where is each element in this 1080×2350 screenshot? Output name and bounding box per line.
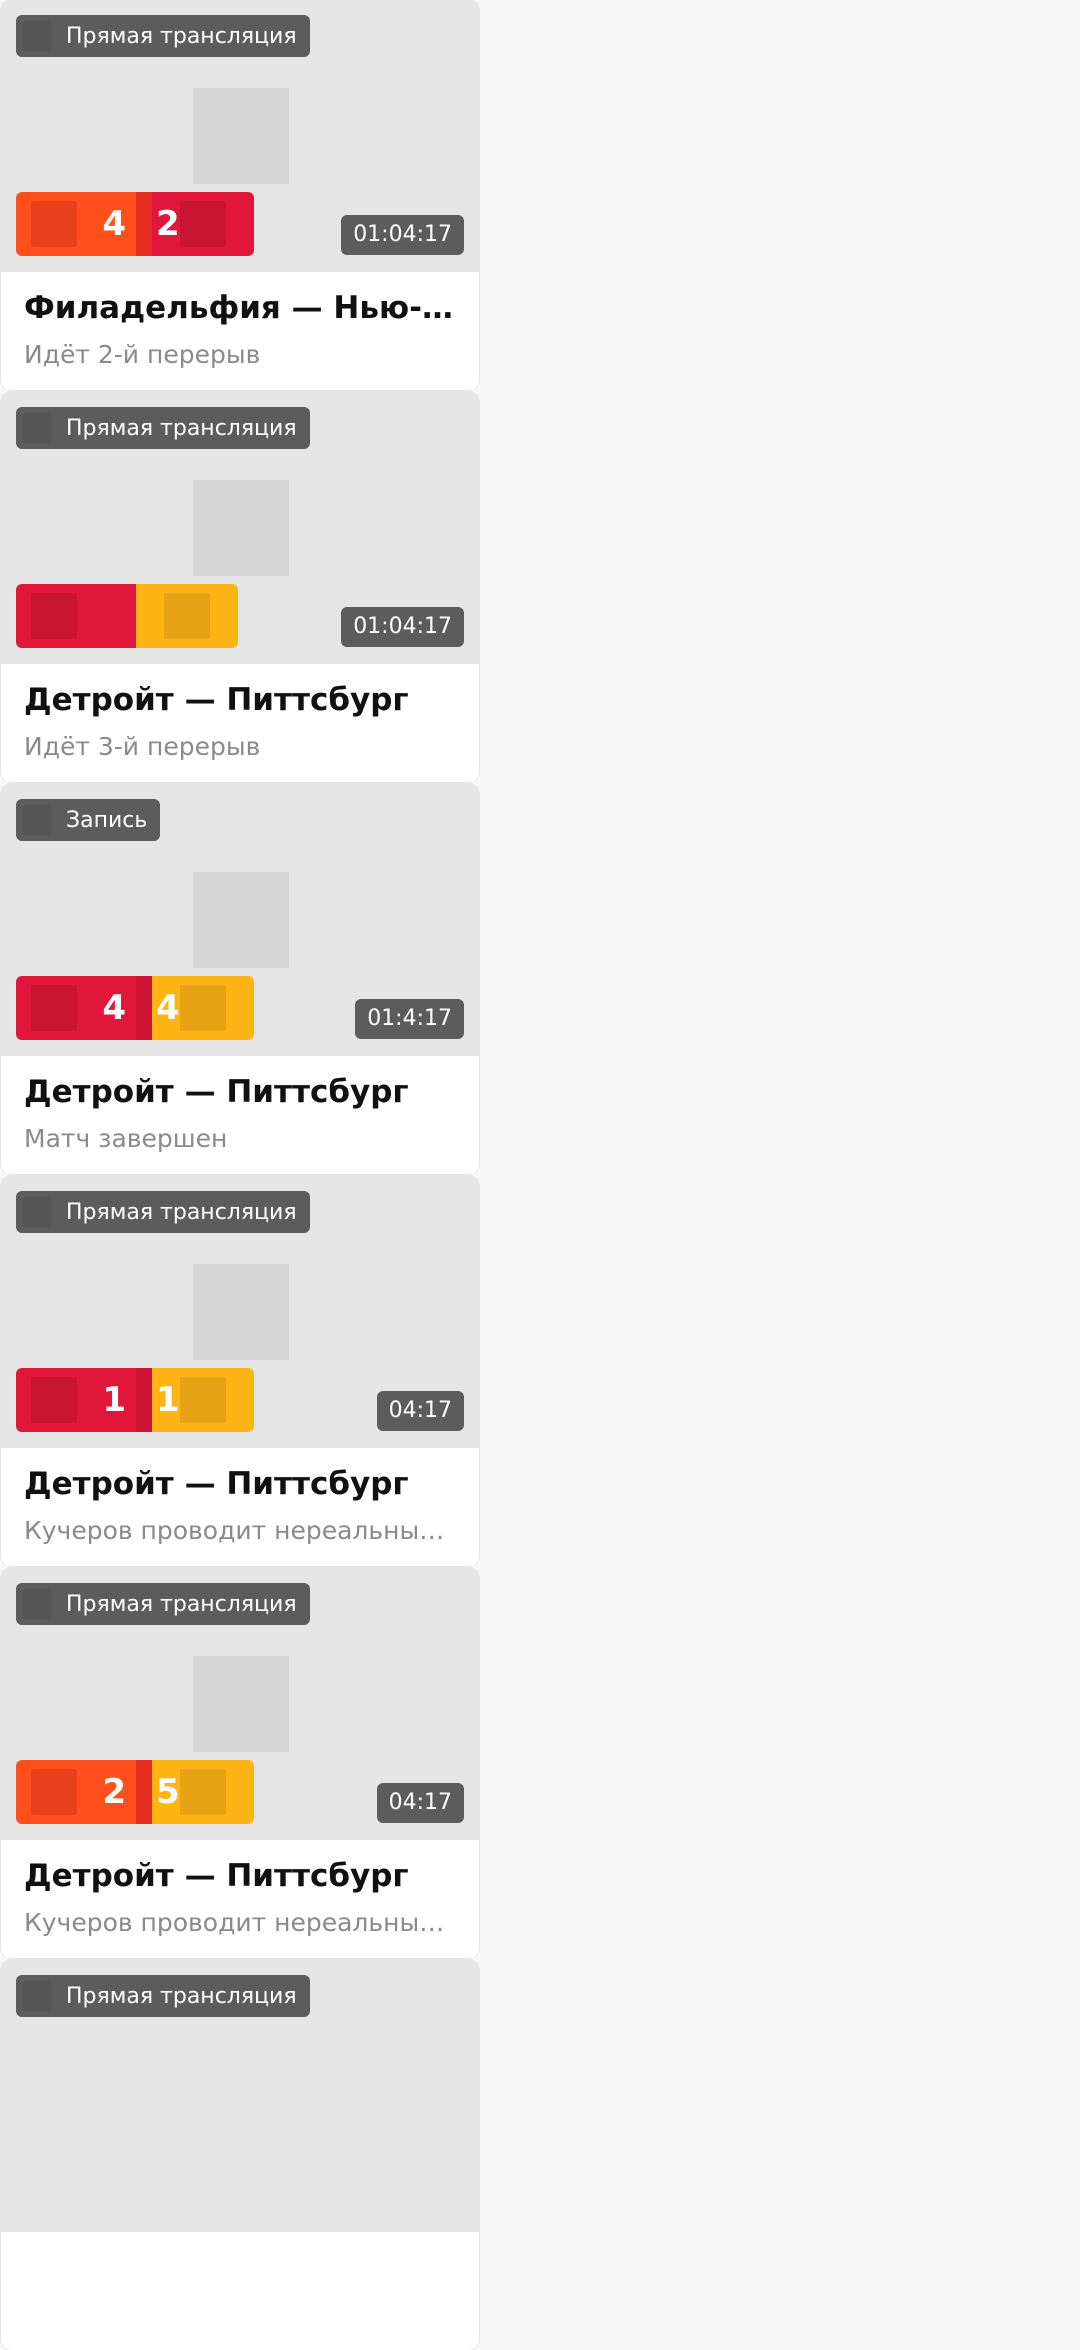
video-subtitle: Идёт 2-й перерыв [24, 340, 261, 369]
badge-label: Прямая трансляция [66, 1199, 297, 1225]
home-score: 4 [102, 988, 126, 1028]
score-board: 1 1 [16, 1368, 254, 1432]
away-team: 2 [152, 192, 254, 256]
away-team-logo [180, 1377, 226, 1423]
home-team-logo [31, 201, 77, 247]
video-subtitle: Матч завершен [24, 1124, 228, 1153]
video-card[interactable]: Прямая трансляция 01:04:17 Детройт — Пит… [1, 392, 479, 782]
video-card[interactable]: Запись 4 4 01:4:17 Детройт — Питтсбург М… [1, 784, 479, 1174]
live-badge: Прямая трансляция [16, 1975, 310, 2017]
video-thumbnail[interactable]: Прямая трансляция 1 1 04:17 [1, 1176, 479, 1448]
video-title[interactable]: Филадельфия — Нью-Джерси [24, 290, 464, 326]
away-team-logo [164, 593, 210, 639]
video-thumbnail[interactable]: Прямая трансляция 4 2 01:04:17 [1, 0, 479, 272]
home-team-logo [31, 985, 77, 1031]
away-score: 4 [156, 988, 180, 1028]
away-team-logo [180, 985, 226, 1031]
home-score: 4 [102, 204, 126, 244]
duration-badge: 01:4:17 [355, 999, 464, 1039]
away-team [136, 584, 238, 648]
score-board: 4 2 [16, 192, 254, 256]
away-team: 5 [152, 1760, 254, 1824]
home-score: 1 [102, 1380, 126, 1420]
video-thumbnail[interactable]: Прямая трансляция 01:04:17 [1, 392, 479, 664]
away-score: 5 [156, 1772, 180, 1812]
away-score: 2 [156, 204, 180, 244]
thumbnail-placeholder-image [193, 1264, 289, 1360]
badge-label: Прямая трансляция [66, 1983, 297, 2009]
score-divider [136, 192, 152, 256]
home-team: 2 [16, 1760, 136, 1824]
live-icon [22, 413, 52, 443]
live-icon [22, 1981, 52, 2011]
badge-label: Прямая трансляция [66, 1591, 297, 1617]
badge-label: Запись [66, 807, 148, 833]
home-team-logo [31, 1377, 77, 1423]
video-subtitle: Кучеров проводит нереальный сезон [24, 1908, 456, 1937]
duration-badge: 01:04:17 [341, 215, 464, 255]
video-title[interactable]: Детройт — Питтсбург [24, 1074, 464, 1110]
video-title[interactable]: Детройт — Питтсбург [24, 1858, 464, 1894]
video-title[interactable]: Детройт — Питтсбург [24, 682, 464, 718]
thumbnail-placeholder-image [193, 480, 289, 576]
thumbnail-placeholder-image [193, 88, 289, 184]
home-team: 4 [16, 976, 136, 1040]
video-title[interactable]: Детройт — Питтсбург [24, 1466, 464, 1502]
score-board: 4 4 [16, 976, 254, 1040]
away-score: 1 [156, 1380, 180, 1420]
home-team-logo [31, 593, 77, 639]
live-badge: Прямая трансляция [16, 407, 310, 449]
home-team: 1 [16, 1368, 136, 1432]
home-score: 2 [102, 1772, 126, 1812]
video-subtitle: Идёт 3-й перерыв [24, 732, 261, 761]
live-badge: Прямая трансляция [16, 15, 310, 57]
badge-label: Прямая трансляция [66, 23, 297, 49]
duration-badge: 01:04:17 [341, 607, 464, 647]
record-badge: Запись [16, 799, 161, 841]
video-card[interactable]: Прямая трансляция 2 5 04:17 Детройт — Пи… [1, 1568, 479, 1958]
record-icon [22, 805, 52, 835]
score-divider [136, 976, 152, 1040]
video-subtitle: Кучеров проводит нереальный сезон [24, 1516, 456, 1545]
home-team [16, 584, 136, 648]
live-badge: Прямая трансляция [16, 1191, 310, 1233]
video-card[interactable]: Прямая трансляция [1, 1960, 479, 2350]
score-divider [136, 1368, 152, 1432]
live-icon [22, 1197, 52, 1227]
away-team-logo [180, 1769, 226, 1815]
duration-badge: 04:17 [376, 1391, 464, 1431]
badge-label: Прямая трансляция [66, 415, 297, 441]
away-team: 4 [152, 976, 254, 1040]
score-board [16, 584, 238, 648]
live-icon [22, 21, 52, 51]
video-thumbnail[interactable]: Прямая трансляция [1, 1960, 479, 2232]
live-icon [22, 1589, 52, 1619]
thumbnail-placeholder-image [193, 872, 289, 968]
score-divider [136, 1760, 152, 1824]
away-team: 1 [152, 1368, 254, 1432]
duration-badge: 04:17 [376, 1783, 464, 1823]
thumbnail-placeholder-image [193, 1656, 289, 1752]
home-team-logo [31, 1769, 77, 1815]
score-board: 2 5 [16, 1760, 254, 1824]
live-badge: Прямая трансляция [16, 1583, 310, 1625]
away-team-logo [180, 201, 226, 247]
video-thumbnail[interactable]: Прямая трансляция 2 5 04:17 [1, 1568, 479, 1840]
video-thumbnail[interactable]: Запись 4 4 01:4:17 [1, 784, 479, 1056]
video-card[interactable]: Прямая трансляция 4 2 01:04:17 Филадельф… [1, 0, 479, 390]
video-card[interactable]: Прямая трансляция 1 1 04:17 Детройт — Пи… [1, 1176, 479, 1566]
home-team: 4 [16, 192, 136, 256]
